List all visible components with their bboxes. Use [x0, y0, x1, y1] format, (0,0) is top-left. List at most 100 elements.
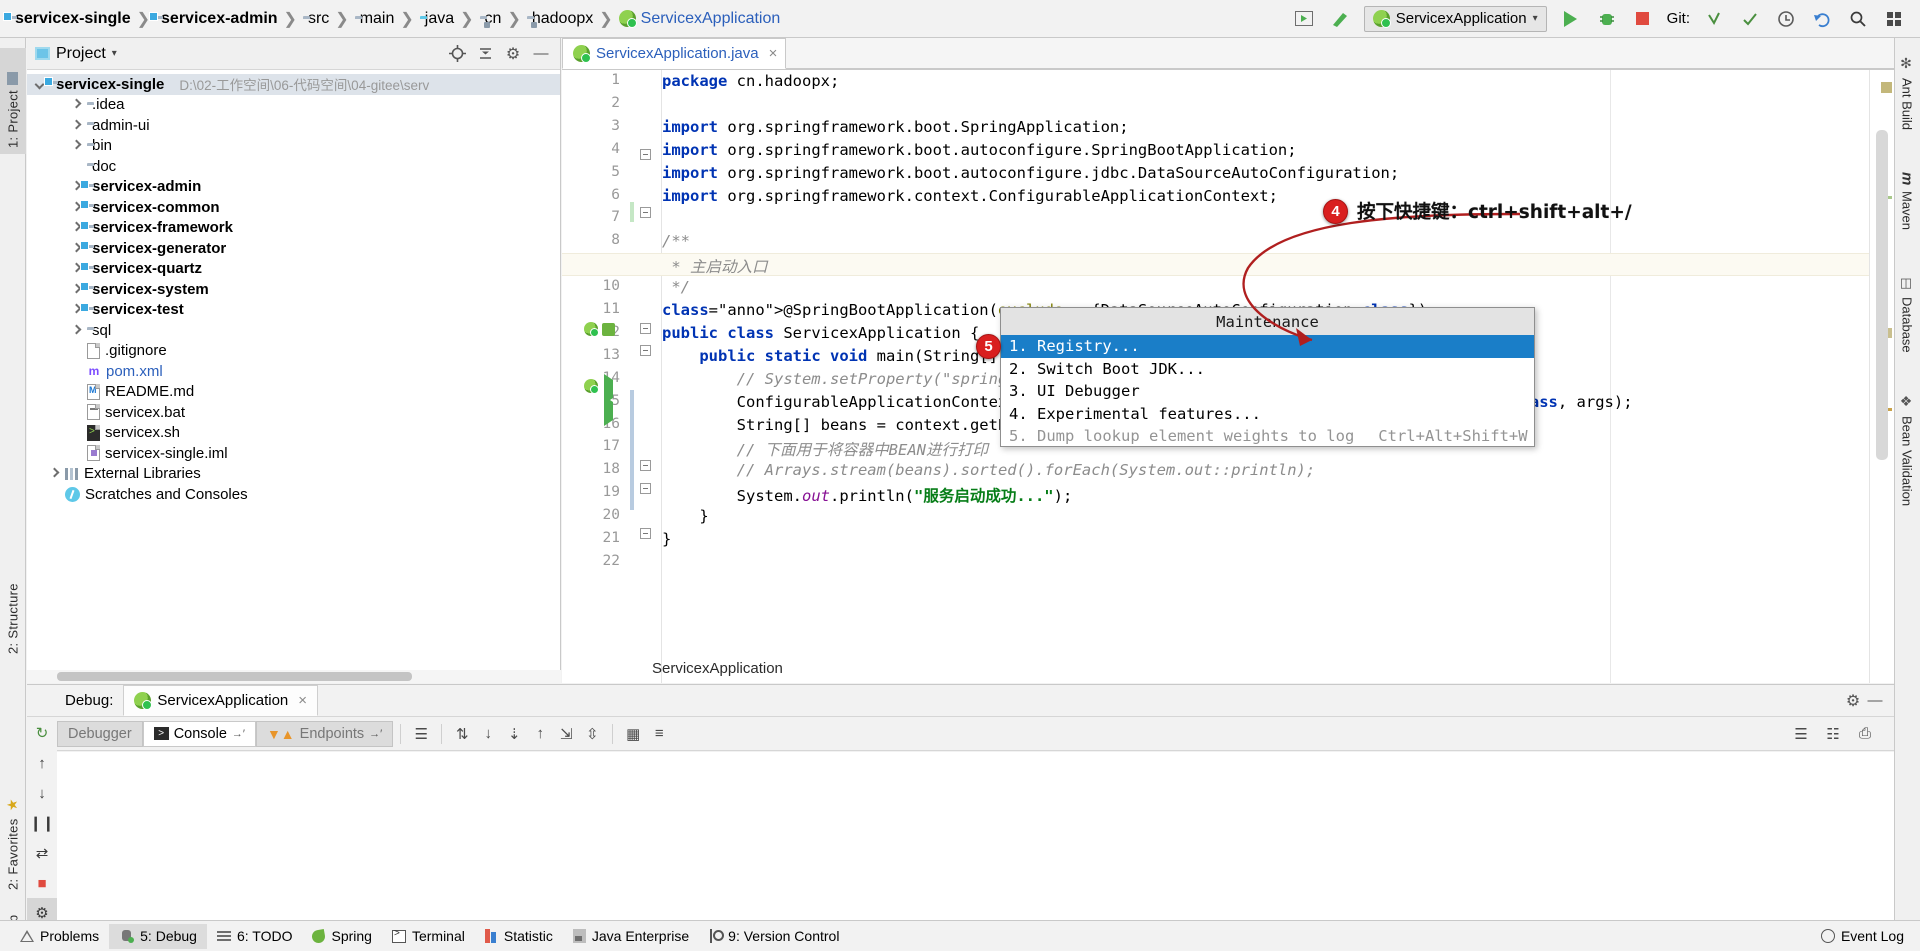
status-item-event-log[interactable]: Event Log	[1820, 928, 1904, 944]
chevron-right-icon[interactable]	[71, 99, 82, 110]
fold-marker-icon[interactable]	[640, 207, 651, 218]
breadcrumb-item-java[interactable]: java	[416, 10, 458, 28]
sidebar-item-maven[interactable]: m Maven	[1894, 166, 1920, 258]
mute-breakpoints-icon[interactable]: ⇄	[27, 838, 57, 868]
chevron-down-icon[interactable]: ▾	[112, 48, 117, 59]
breadcrumb-item-hadoopx[interactable]: hadoopx	[523, 10, 597, 28]
console-output[interactable]	[57, 752, 1894, 920]
menu-item-switch-boot-jdk[interactable]: 2. Switch Boot JDK...	[1001, 358, 1534, 381]
stop-button[interactable]	[1631, 7, 1655, 31]
sidebar-item-database[interactable]: ◫ Database	[1894, 270, 1920, 376]
force-step-into-icon[interactable]: ⇣	[501, 721, 527, 747]
breadcrumb-item-servicex-admin[interactable]: servicex-admin	[152, 10, 282, 28]
drop-frame-icon[interactable]: ⇳	[579, 721, 605, 747]
tree-node-servicex-system[interactable]: servicex-system	[27, 279, 560, 300]
status-item-debug[interactable]: 5: Debug	[109, 923, 207, 949]
git-history-icon[interactable]	[1774, 7, 1798, 31]
tree-node-servicex-quartz[interactable]: servicex-quartz	[27, 259, 560, 280]
settings-icon[interactable]	[1882, 7, 1906, 31]
breadcrumb-item-servicex-single[interactable]: servicex-single	[6, 10, 135, 28]
run-gutter-icon[interactable]	[604, 374, 618, 404]
status-item-java-enterprise[interactable]: Java Enterprise	[563, 924, 699, 949]
step-over-icon[interactable]: ⇅	[449, 721, 475, 747]
sidebar-item-structure[interactable]: 2: Structure	[0, 538, 26, 660]
sidebar-item-favorites[interactable]: 2: Favorites ★	[0, 768, 26, 896]
gear-icon[interactable]: ⚙	[1842, 690, 1864, 712]
debug-session-tab[interactable]: ServicexApplication ×	[123, 685, 319, 716]
menu-item-ui-debugger[interactable]: 3. UI Debugger	[1001, 380, 1534, 403]
tree-node-external-libraries[interactable]: External Libraries	[27, 464, 560, 485]
down-icon[interactable]: ↓	[27, 778, 57, 808]
status-item-statistic[interactable]: Statistic	[475, 924, 563, 949]
step-out-icon[interactable]: ↑	[527, 721, 553, 747]
tree-node-servicex-admin[interactable]: servicex-admin	[27, 177, 560, 198]
evaluate-icon[interactable]: ▦	[620, 721, 646, 747]
locate-icon[interactable]	[446, 43, 468, 65]
tab-debugger[interactable]: Debugger	[57, 720, 143, 747]
fold-marker-icon[interactable]	[640, 528, 651, 539]
tree-node-idea[interactable]: .idea	[27, 95, 560, 116]
tree-node-scratches-and-consoles[interactable]: Scratches and Consoles	[27, 484, 560, 505]
tree-node-servicex-test[interactable]: servicex-test	[27, 300, 560, 321]
tree-node-admin-ui[interactable]: admin-ui	[27, 115, 560, 136]
tab-endpoints[interactable]: ▼▲ Endpoints →′	[255, 720, 394, 747]
menu-item-experimental-features[interactable]: 4. Experimental features...	[1001, 403, 1534, 426]
build-hammer-icon[interactable]	[1328, 7, 1352, 31]
gear-icon[interactable]: ⚙	[502, 43, 524, 65]
close-icon[interactable]: ×	[769, 45, 778, 62]
tree-node-servicex-generator[interactable]: servicex-generator	[27, 238, 560, 259]
tree-node-servicex-framework[interactable]: servicex-framework	[27, 218, 560, 239]
menu-item-dump-lookup-element-weights-to-log[interactable]: 5. Dump lookup element weights to log Ctr…	[1001, 425, 1534, 448]
scroll-to-end-icon[interactable]: ☷	[1820, 721, 1846, 747]
breadcrumb-item-cn[interactable]: cn	[476, 10, 506, 28]
chevron-right-icon[interactable]	[71, 325, 82, 336]
tab-servicexapplication-java[interactable]: ServicexApplication.java ×	[562, 38, 787, 69]
tree-node-servicex-common[interactable]: servicex-common	[27, 197, 560, 218]
tree-node-gitignore[interactable]: .gitignore	[27, 341, 560, 362]
editor-marker-bar[interactable]	[1869, 70, 1894, 683]
up-icon[interactable]: ↑	[27, 748, 57, 778]
tree-root-servicex-single[interactable]: servicex-single D:\02-工作空间\06-代码空间\04-gi…	[27, 74, 560, 95]
sidebar-item-bean-validation[interactable]: ❖ Bean Validation	[1894, 388, 1920, 548]
git-update-icon[interactable]	[1702, 7, 1726, 31]
run-configuration-selector[interactable]: ServicexApplication ▾	[1363, 5, 1547, 32]
tab-console[interactable]: > Console →′	[142, 720, 256, 747]
collapse-all-icon[interactable]	[474, 43, 496, 65]
layout-icon[interactable]: ☰	[408, 721, 434, 747]
spring-bean-gutter-icon[interactable]	[584, 322, 599, 337]
close-icon[interactable]: ×	[298, 692, 307, 709]
run-button[interactable]	[1559, 7, 1583, 31]
pause-icon[interactable]: ❙❙	[27, 808, 57, 838]
tree-node-pom-xml[interactable]: m pom.xml	[27, 361, 560, 382]
chevron-right-icon[interactable]	[71, 120, 82, 131]
editor-vscrollbar[interactable]	[1876, 130, 1888, 460]
step-into-icon[interactable]: ↓	[475, 721, 501, 747]
status-item-todo[interactable]: 6: TODO	[207, 924, 303, 949]
git-rollback-icon[interactable]	[1810, 7, 1834, 31]
sidebar-item-project[interactable]: 1: Project	[0, 48, 26, 154]
status-item-problems[interactable]: Problems	[10, 924, 109, 949]
sidebar-item-ant-build[interactable]: ✻ Ant Build	[1894, 50, 1920, 156]
fold-marker-icon[interactable]	[640, 460, 651, 471]
tree-node-bin[interactable]: bin	[27, 136, 560, 157]
tree-node-servicex-sh[interactable]: servicex.sh	[27, 423, 560, 444]
stop-icon[interactable]: ■	[27, 868, 57, 898]
fold-marker-icon[interactable]	[640, 345, 651, 356]
select-run-target-icon[interactable]	[1292, 7, 1316, 31]
tree-node-doc[interactable]: doc	[27, 156, 560, 177]
chevron-right-icon[interactable]	[49, 468, 60, 479]
chevron-right-icon[interactable]	[71, 140, 82, 151]
tree-node-sql[interactable]: sql	[27, 320, 560, 341]
debug-button[interactable]	[1595, 7, 1619, 31]
search-everywhere-icon[interactable]	[1846, 7, 1870, 31]
tree-node-servicex-single-iml[interactable]: servicex-single.iml	[27, 443, 560, 464]
git-commit-icon[interactable]	[1738, 7, 1762, 31]
hide-icon[interactable]: —	[530, 43, 552, 65]
status-item-version-control[interactable]: 9: Version Control	[699, 924, 849, 949]
maintenance-popup[interactable]: Maintenance 1. Registry... 2. Switch Boot…	[1000, 307, 1535, 447]
tree-node-readme-md[interactable]: README.md	[27, 382, 560, 403]
fold-marker-icon[interactable]	[640, 323, 651, 334]
run-gutter-icon[interactable]	[604, 396, 618, 426]
project-hscrollbar[interactable]	[57, 672, 412, 681]
status-item-terminal[interactable]: Terminal	[382, 924, 475, 949]
